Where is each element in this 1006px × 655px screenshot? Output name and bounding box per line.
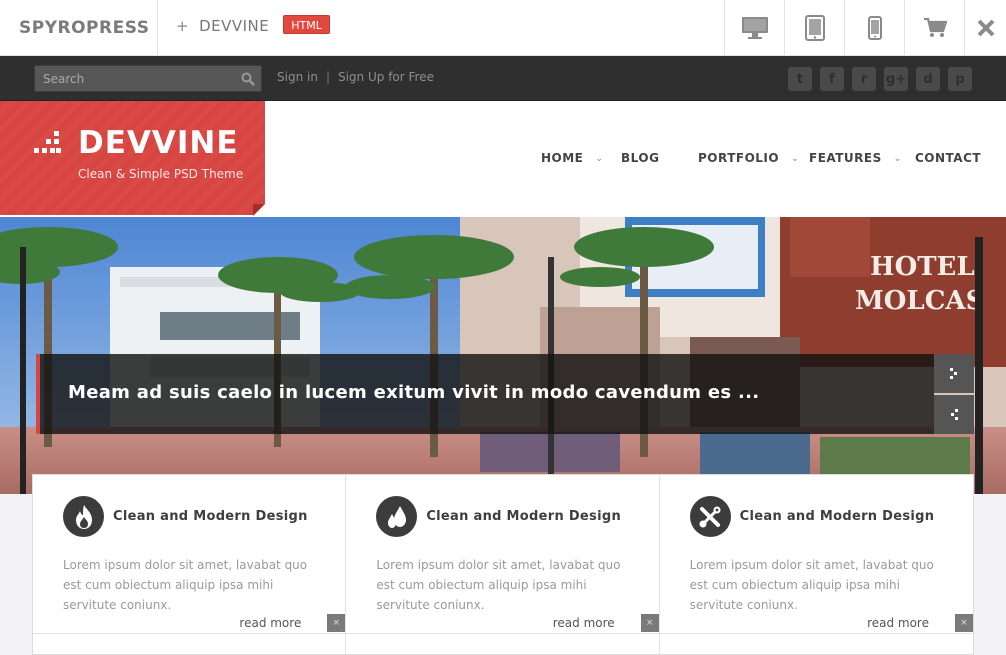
chevron-down-icon: ⌄ [595, 154, 604, 164]
feature-text: Lorem ipsum dolor sit amet, lavabat quo … [63, 558, 308, 612]
nav-home[interactable]: HOME ⌄ [541, 151, 603, 165]
feature-divider [346, 633, 659, 634]
logo-dots-icon [34, 131, 61, 153]
hero-slider: HOTEL MOLCAS Meam ad suis caelo in lucem… [0, 217, 1006, 494]
read-more-button[interactable]: × [327, 614, 346, 632]
nav-home-label: HOME [541, 151, 584, 165]
product-name: DEVVINE [199, 17, 270, 35]
read-more-button[interactable]: × [640, 614, 659, 632]
read-more-link[interactable]: read more [553, 616, 615, 630]
cart-icon [923, 17, 947, 37]
close-preview-button[interactable] [964, 0, 1006, 56]
nav-contact[interactable]: CONTACT [915, 151, 981, 165]
nav-blog[interactable]: BLOG [621, 151, 659, 165]
logo-title: DEVVINE [78, 125, 239, 161]
fire-icon [63, 496, 104, 537]
feature-title: Clean and Modern Design [113, 509, 308, 524]
pinterest-icon[interactable]: p [948, 67, 972, 91]
nav-blog-label: BLOG [621, 151, 660, 165]
tablet-view-button[interactable] [784, 0, 844, 56]
sign-in-link[interactable]: Sign in [277, 70, 318, 84]
read-more-button[interactable]: × [954, 614, 973, 632]
phone-view-button[interactable] [844, 0, 904, 56]
read-more-link[interactable]: read more [867, 616, 929, 630]
facebook-icon[interactable]: f [820, 67, 844, 91]
chevron-down-icon: ⌄ [791, 154, 800, 164]
drops-icon [376, 496, 418, 537]
chevron-down-icon: ⌄ [893, 154, 902, 164]
arrow-right-icon [950, 367, 957, 379]
features-section: Clean and Modern Design Lorem ipsum dolo… [32, 474, 974, 655]
feature-divider [33, 633, 346, 634]
sign-up-link[interactable]: Sign Up for Free [338, 70, 434, 84]
slide-caption[interactable]: Meam ad suis caelo in lucem exitum vivit… [36, 354, 934, 434]
auth-separator: | [325, 70, 330, 84]
read-more-link[interactable]: read more [239, 616, 301, 630]
plus-icon: × [645, 618, 654, 628]
feature-divider [659, 633, 973, 634]
nav-features-label: FEATURES [809, 151, 882, 165]
preview-topbar: SPYROPRESS + DEVVINE HTML [0, 0, 1006, 56]
social-links: t f r g+ d p [788, 67, 972, 91]
search-box [34, 65, 262, 92]
slide-caption-text: Meam ad suis caelo in lucem exitum vivit… [68, 382, 760, 403]
auth-links: Sign in | Sign Up for Free [277, 70, 434, 84]
plus-icon: × [960, 618, 968, 628]
desktop-icon [741, 17, 768, 39]
feature-card: Clean and Modern Design Lorem ipsum dolo… [659, 475, 973, 654]
logo-fold [253, 204, 265, 216]
tablet-icon [804, 15, 825, 41]
slider-next-button[interactable] [934, 354, 974, 393]
feature-text: Lorem ipsum dolor sit amet, lavabat quo … [689, 558, 934, 612]
logo-subtitle: Clean & Simple PSD Theme [78, 167, 244, 181]
site-header: DEVVINE Clean & Simple PSD Theme HOME ⌄ B… [0, 101, 1006, 217]
twitter-icon[interactable]: t [788, 67, 812, 91]
arrow-left-icon [951, 408, 958, 420]
svg-text:HOTEL: HOTEL [870, 252, 975, 282]
product-selector[interactable]: + DEVVINE HTML [176, 0, 330, 56]
google-plus-icon[interactable]: g+ [884, 67, 908, 91]
cart-button[interactable] [904, 0, 964, 56]
svg-text:MOLCAS: MOLCAS [855, 286, 984, 316]
feature-card: Clean and Modern Design Lorem ipsum dolo… [33, 475, 347, 654]
slider-prev-button[interactable] [934, 395, 974, 434]
plus-icon: × [332, 618, 341, 628]
close-icon [977, 19, 994, 37]
feature-card: Clean and Modern Design Lorem ipsum dolo… [346, 475, 660, 654]
feature-title: Clean and Modern Design [426, 509, 621, 524]
search-icon[interactable] [241, 72, 255, 86]
html-badge: HTML [283, 15, 330, 34]
desktop-view-button[interactable] [724, 0, 784, 56]
utility-bar: Sign in | Sign Up for Free t f r g+ d p [0, 56, 1006, 101]
feature-title: Clean and Modern Design [739, 509, 935, 524]
dribbble-icon[interactable]: d [916, 67, 940, 91]
search-input[interactable] [35, 66, 235, 91]
site-logo[interactable]: DEVVINE Clean & Simple PSD Theme [0, 101, 265, 216]
rss-icon[interactable]: r [852, 67, 876, 91]
nav-portfolio-label: PORTFOLIO [698, 151, 780, 165]
nav-portfolio[interactable]: PORTFOLIO ⌄ [698, 151, 799, 165]
brand-logo[interactable]: SPYROPRESS [0, 0, 158, 56]
plus-icon: + [176, 17, 190, 35]
tools-icon [689, 496, 731, 537]
device-switcher [724, 0, 1006, 56]
phone-icon [867, 16, 882, 40]
nav-contact-label: CONTACT [915, 151, 982, 165]
feature-text: Lorem ipsum dolor sit amet, lavabat quo … [376, 558, 621, 612]
nav-features[interactable]: FEATURES ⌄ [809, 151, 902, 165]
